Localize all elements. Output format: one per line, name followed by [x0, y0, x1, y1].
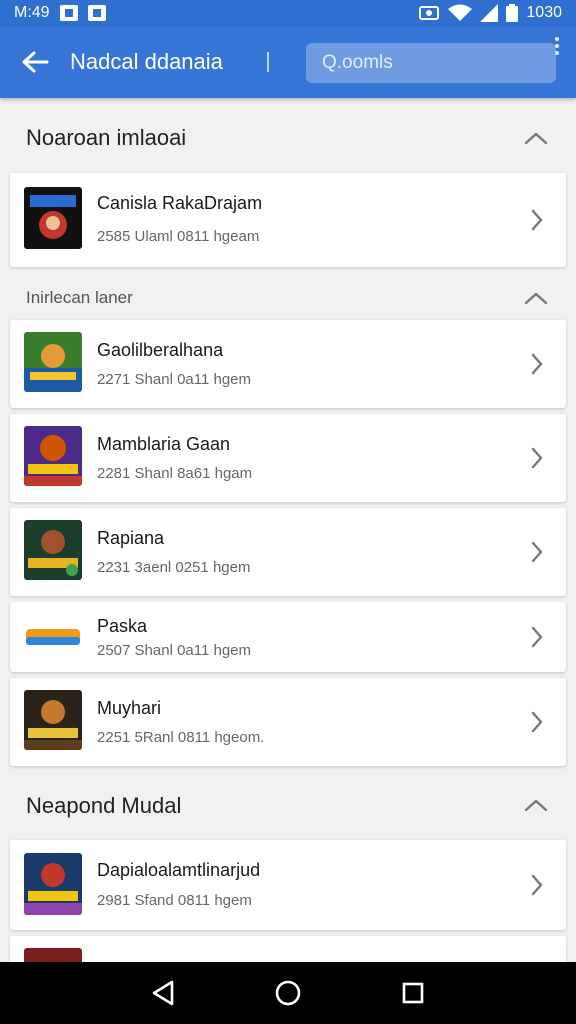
- chevron-right-icon: [531, 209, 543, 231]
- search-input[interactable]: Q.oomls: [306, 43, 556, 83]
- triangle-back-icon: [152, 980, 173, 1006]
- item-meta: 2981 Sfand 0811 hgem: [97, 892, 252, 909]
- item-name: Canisla RakaDrajam: [97, 193, 263, 213]
- game-thumbnail: [24, 426, 82, 486]
- section-title: Inirlecan laner: [26, 288, 133, 307]
- game-thumbnail: [24, 187, 82, 249]
- search-placeholder: Q.oomls: [322, 52, 393, 73]
- item-name: Dapialoalamtlinarjud: [97, 860, 261, 880]
- notification-icon-2: [87, 5, 106, 21]
- back-button[interactable]: [0, 26, 70, 98]
- list-item[interactable]: Paska 2507 Shanl 0a11 hgem: [10, 602, 566, 672]
- page-title: Nadcal ddanaia: [70, 49, 223, 74]
- list-item[interactable]: Mamblaria Gaan 2281 Shanl 8a61 hgam: [10, 414, 566, 502]
- arrow-left-icon: [22, 51, 49, 73]
- system-nav-bar: [0, 962, 576, 1024]
- item-name: Mamblaria Gaan: [97, 434, 231, 454]
- status-bar: M:49 1030: [0, 0, 576, 26]
- wifi-icon: [448, 4, 473, 21]
- chevron-up-icon: [524, 132, 548, 145]
- item-name: Rapiana: [97, 528, 165, 548]
- game-thumbnail: [24, 853, 82, 915]
- item-name: Muyhari: [97, 698, 162, 718]
- item-name: Paska: [97, 616, 148, 636]
- cast-icon: [419, 6, 440, 20]
- section-header-3[interactable]: Neapond Mudal: [0, 784, 576, 828]
- chevron-up-icon: [524, 799, 548, 812]
- notification-icon: [59, 5, 78, 21]
- item-meta: 2281 Shanl 8a61 hgam: [97, 465, 253, 482]
- chevron-right-icon: [531, 447, 543, 469]
- title-divider: [267, 52, 269, 72]
- section-title: Neapond Mudal: [26, 793, 182, 818]
- more-vert-icon[interactable]: [550, 37, 564, 55]
- game-thumbnail: [24, 332, 82, 392]
- chevron-right-icon: [531, 874, 543, 896]
- chevron-right-icon: [531, 711, 543, 733]
- item-meta: 2507 Shanl 0a11 hgem: [97, 642, 252, 659]
- item-meta: 2251 5Ranl 0811 hgeom.: [97, 729, 265, 746]
- list-item[interactable]: Rapiana 2231 3aenl 0251 hgem: [10, 508, 566, 596]
- item-meta: 2271 Shanl 0a11 hgem: [97, 371, 252, 388]
- game-thumbnail: [24, 690, 82, 750]
- battery-icon: [506, 4, 519, 22]
- list-item[interactable]: Gaolilberalhana 2271 Shanl 0a11 hgem: [10, 320, 566, 408]
- app-bar: Nadcal ddanaia Q.oomls: [0, 26, 576, 98]
- list-item[interactable]: Canisla RakaDrajam 2585 Ulaml 0811 hgeam: [10, 173, 566, 267]
- nav-home-button[interactable]: [268, 973, 308, 1013]
- section-header-2[interactable]: Inirlecan laner: [0, 283, 576, 313]
- chevron-up-icon: [524, 292, 548, 305]
- item-name: Gaolilberalhana: [97, 340, 224, 360]
- nav-back-button[interactable]: [143, 973, 183, 1013]
- nav-recents-button[interactable]: [393, 973, 433, 1013]
- chevron-right-icon: [531, 626, 543, 648]
- chevron-right-icon: [531, 353, 543, 375]
- circle-home-icon: [275, 980, 301, 1006]
- signal-icon: [480, 4, 499, 22]
- item-meta: 2585 Ulaml 0811 hgeam: [97, 228, 260, 245]
- list-item[interactable]: Muyhari 2251 5Ranl 0811 hgeom.: [10, 678, 566, 766]
- square-recents-icon: [403, 982, 424, 1004]
- chevron-right-icon: [531, 541, 543, 563]
- list-item[interactable]: Dapialoalamtlinarjud 2981 Sfand 0811 hge…: [10, 840, 566, 930]
- game-thumbnail: [24, 520, 82, 580]
- battery-level: 1030: [526, 4, 562, 21]
- item-meta: 2231 3aenl 0251 hgem: [97, 559, 251, 576]
- game-thumbnail: [24, 619, 82, 655]
- clock: M:49: [14, 4, 50, 21]
- section-header-1[interactable]: Noaroan imlaoai: [0, 116, 576, 160]
- section-title: Noaroan imlaoai: [26, 125, 187, 150]
